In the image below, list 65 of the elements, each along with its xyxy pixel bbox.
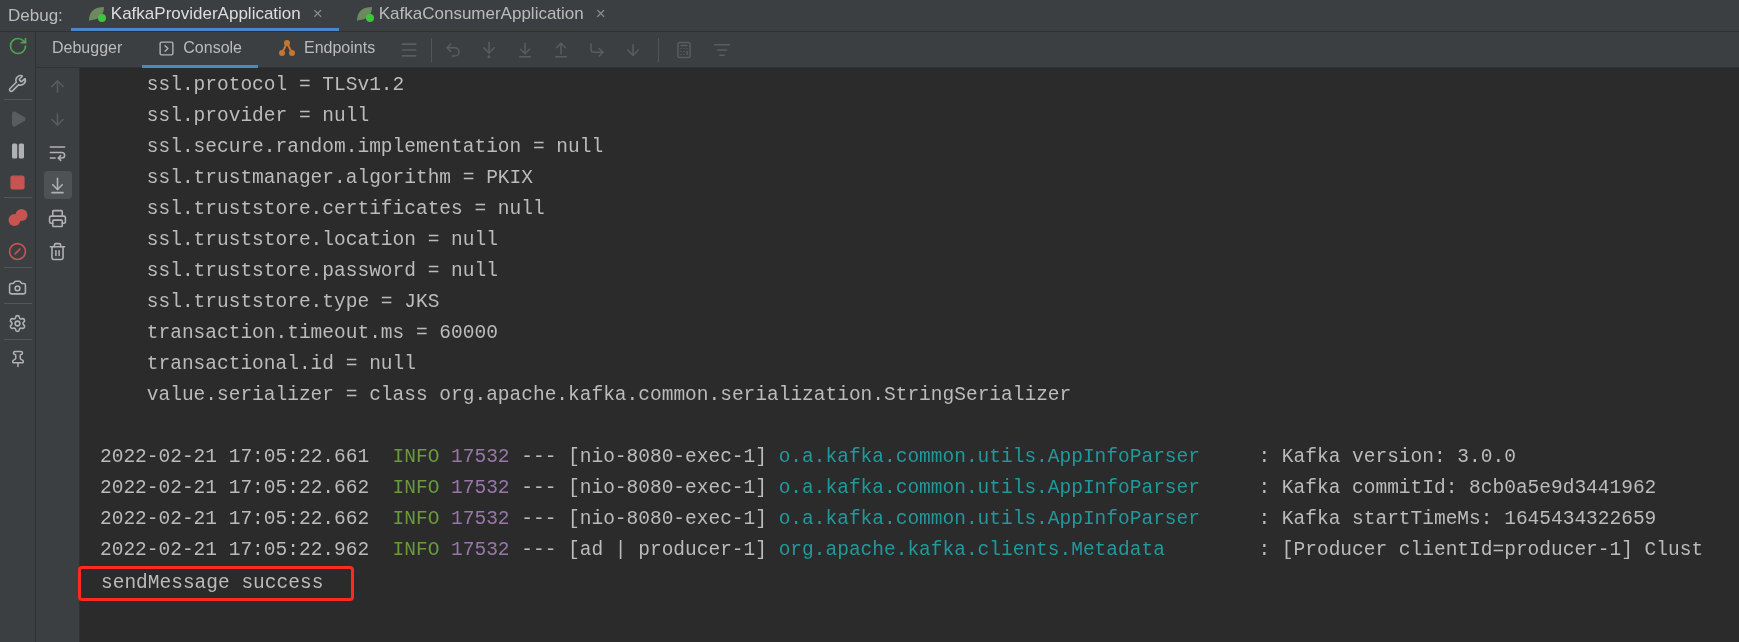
settings-icon[interactable] (8, 314, 27, 333)
log-thread: [nio-8080-exec-1] (568, 476, 767, 501)
close-icon[interactable]: × (312, 1, 323, 27)
console-line: ssl.secure.random.implementation = null (146, 136, 604, 158)
console-line: ssl.protocol = TLSv1.2 (146, 74, 405, 96)
toolbar-tab[interactable]: Endpoints (262, 31, 392, 68)
output-text: sendMessage success (101, 572, 324, 594)
stop-icon[interactable] (9, 174, 26, 191)
console-line: ssl.truststore.password = null (146, 260, 498, 282)
log-timestamp: 2022-02-21 17:05:22.661 (100, 445, 370, 470)
log-level: INFO (392, 445, 440, 470)
tab-label: KafkaProviderApplication (110, 3, 301, 26)
tab-label: KafkaConsumerApplication (378, 3, 584, 26)
run-tab[interactable]: KafkaConsumerApplication × (338, 0, 622, 31)
wrench-icon[interactable] (8, 74, 27, 93)
log-timestamp: 2022-02-21 17:05:22.962 (100, 538, 370, 563)
camera-icon[interactable] (8, 278, 27, 297)
log-logger: o.a.kafka.common.utils.AppInfoParser (778, 507, 1200, 532)
log-pid: 17532 (451, 507, 510, 532)
console-line: value.serializer = class org.apache.kafka.common.serialization.StringSerializer (146, 384, 1072, 406)
rerun-icon[interactable] (7, 36, 28, 56)
log-thread: [nio-8080-exec-1] (568, 445, 767, 470)
spring-leaf-icon (86, 5, 107, 23)
console-line: ssl.truststore.certificates = null (146, 198, 545, 220)
log-message: : Kafka startTimeMs: 1645434322659 (1258, 507, 1657, 532)
console-line: ssl.trustmanager.algorithm = PKIX (146, 167, 533, 189)
tab-label: Debugger (52, 38, 123, 58)
log-timestamp: 2022-02-21 17:05:22.662 (100, 476, 370, 501)
console-line: transactional.id = null (146, 353, 416, 375)
console-line: transaction.timeout.ms = 60000 (146, 322, 498, 344)
console-line: ssl.provider = null (146, 105, 370, 127)
spring-leaf-icon (354, 5, 375, 23)
log-logger: org.apache.kafka.clients.Metadata (778, 538, 1165, 563)
log-pid: 17532 (451, 445, 510, 470)
log-pid: 17532 (451, 476, 510, 501)
log-message: : [Producer clientId=producer-1] Clust (1258, 538, 1704, 563)
toolbar-tab[interactable]: Console (142, 31, 258, 68)
close-icon[interactable]: × (595, 1, 606, 27)
mute-breakpoints-icon[interactable] (8, 242, 27, 261)
log-level: INFO (392, 476, 440, 501)
log-thread: [nio-8080-exec-1] (568, 507, 767, 532)
log-message: : Kafka commitId: 8cb0a5e9d3441962 (1258, 476, 1657, 501)
endpoints-icon (278, 39, 296, 57)
log-level: INFO (392, 507, 440, 532)
console-line: ssl.truststore.location = null (146, 229, 498, 251)
log-message: : Kafka version: 3.0.0 (1258, 445, 1516, 470)
tab-label: Console (183, 38, 242, 58)
calculator-icon[interactable] (675, 40, 694, 59)
debug-label: Debug: (7, 4, 64, 27)
console-icon (158, 39, 176, 57)
toolbar-tab[interactable]: Debugger (36, 31, 139, 68)
console-line: ssl.truststore.type = JKS (146, 291, 440, 313)
log-pid: 17532 (451, 538, 510, 563)
log-separator: --- (521, 476, 557, 501)
tab-label: Endpoints (304, 38, 376, 58)
log-thread: [ad | producer-1] (568, 538, 767, 563)
log-separator: --- (521, 507, 557, 532)
log-logger: o.a.kafka.common.utils.AppInfoParser (778, 445, 1200, 470)
breakpoints-icon[interactable] (7, 208, 28, 228)
log-separator: --- (521, 445, 557, 470)
log-logger: o.a.kafka.common.utils.AppInfoParser (778, 476, 1200, 501)
log-separator: --- (521, 538, 557, 563)
log-timestamp: 2022-02-21 17:05:22.662 (100, 507, 370, 532)
scroll-to-end-icon[interactable] (43, 171, 72, 199)
log-level: INFO (392, 538, 440, 563)
